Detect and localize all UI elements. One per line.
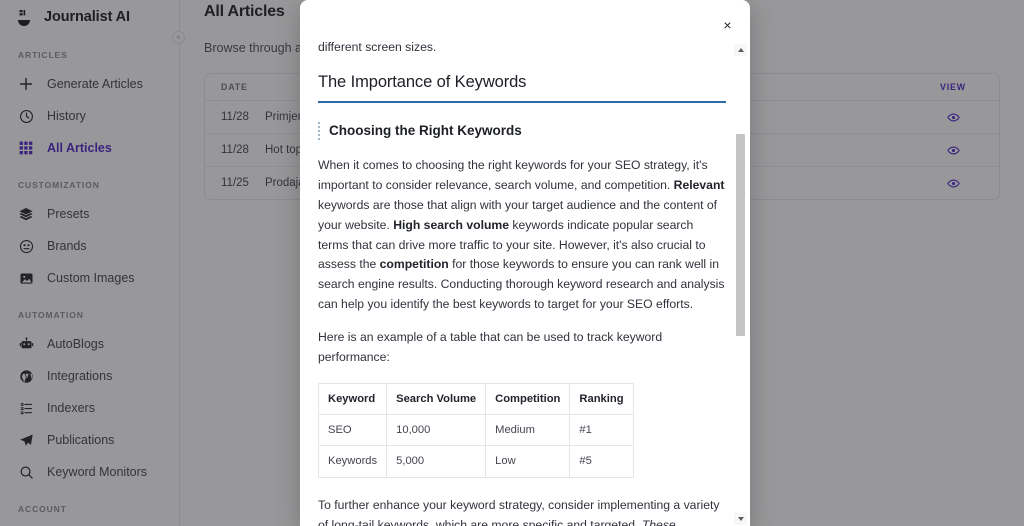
- competition-col-header: Competition: [485, 382, 571, 416]
- search-volume-col-header: Search Volume: [386, 382, 487, 416]
- ranking-col-header: Ranking: [569, 382, 634, 416]
- para1-bold-high-search-volume: High search volume: [393, 217, 510, 232]
- article-paragraph-3: To further enhance your keyword strategy…: [318, 496, 726, 526]
- scroll-down-arrow-icon[interactable]: [734, 513, 747, 525]
- keyword-table-row: SEO 10,000 Medium #1: [317, 414, 634, 447]
- article-document: different screen sizes. The Importance o…: [317, 38, 726, 526]
- keyword-table-header-row: Keyword Search Volume Competition Rankin…: [317, 382, 634, 416]
- keyword-performance-table: Keyword Search Volume Competition Rankin…: [317, 382, 634, 478]
- scroll-up-arrow-icon[interactable]: [734, 44, 747, 56]
- article-preview-modal: × different screen sizes. The Importance…: [300, 0, 750, 526]
- competition-cell: Low: [485, 445, 571, 478]
- keyword-table-row: Keywords 5,000 Low #5: [317, 445, 634, 478]
- search-volume-cell: 10,000: [386, 414, 487, 447]
- keyword-cell: Keywords: [317, 445, 388, 478]
- article-paragraph-1: When it comes to choosing the right keyw…: [318, 156, 726, 315]
- search-volume-cell: 5,000: [386, 445, 487, 478]
- article-heading: The Importance of Keywords: [318, 69, 726, 103]
- ranking-cell: #1: [569, 414, 634, 447]
- scrollbar-thumb[interactable]: [736, 134, 745, 336]
- app-root: Journalist AI « ARTICLES Generate Articl…: [0, 0, 1024, 526]
- article-subheading: Choosing the Right Keywords: [318, 121, 726, 140]
- competition-cell: Medium: [485, 414, 571, 447]
- ranking-cell: #5: [569, 445, 634, 478]
- close-icon[interactable]: ×: [719, 16, 736, 33]
- modal-content: different screen sizes. The Importance o…: [300, 38, 750, 526]
- modal-scrollbar[interactable]: [734, 44, 747, 525]
- para1-text-1: When it comes to choosing the right keyw…: [318, 158, 708, 192]
- article-paragraph-2: Here is an example of a table that can b…: [318, 330, 663, 365]
- keyword-cell: SEO: [317, 414, 388, 447]
- partial-top-text: different screen sizes.: [318, 40, 437, 54]
- para1-bold-competition: competition: [379, 257, 449, 272]
- keyword-col-header: Keyword: [317, 382, 388, 416]
- para1-bold-relevant: Relevant: [673, 177, 725, 192]
